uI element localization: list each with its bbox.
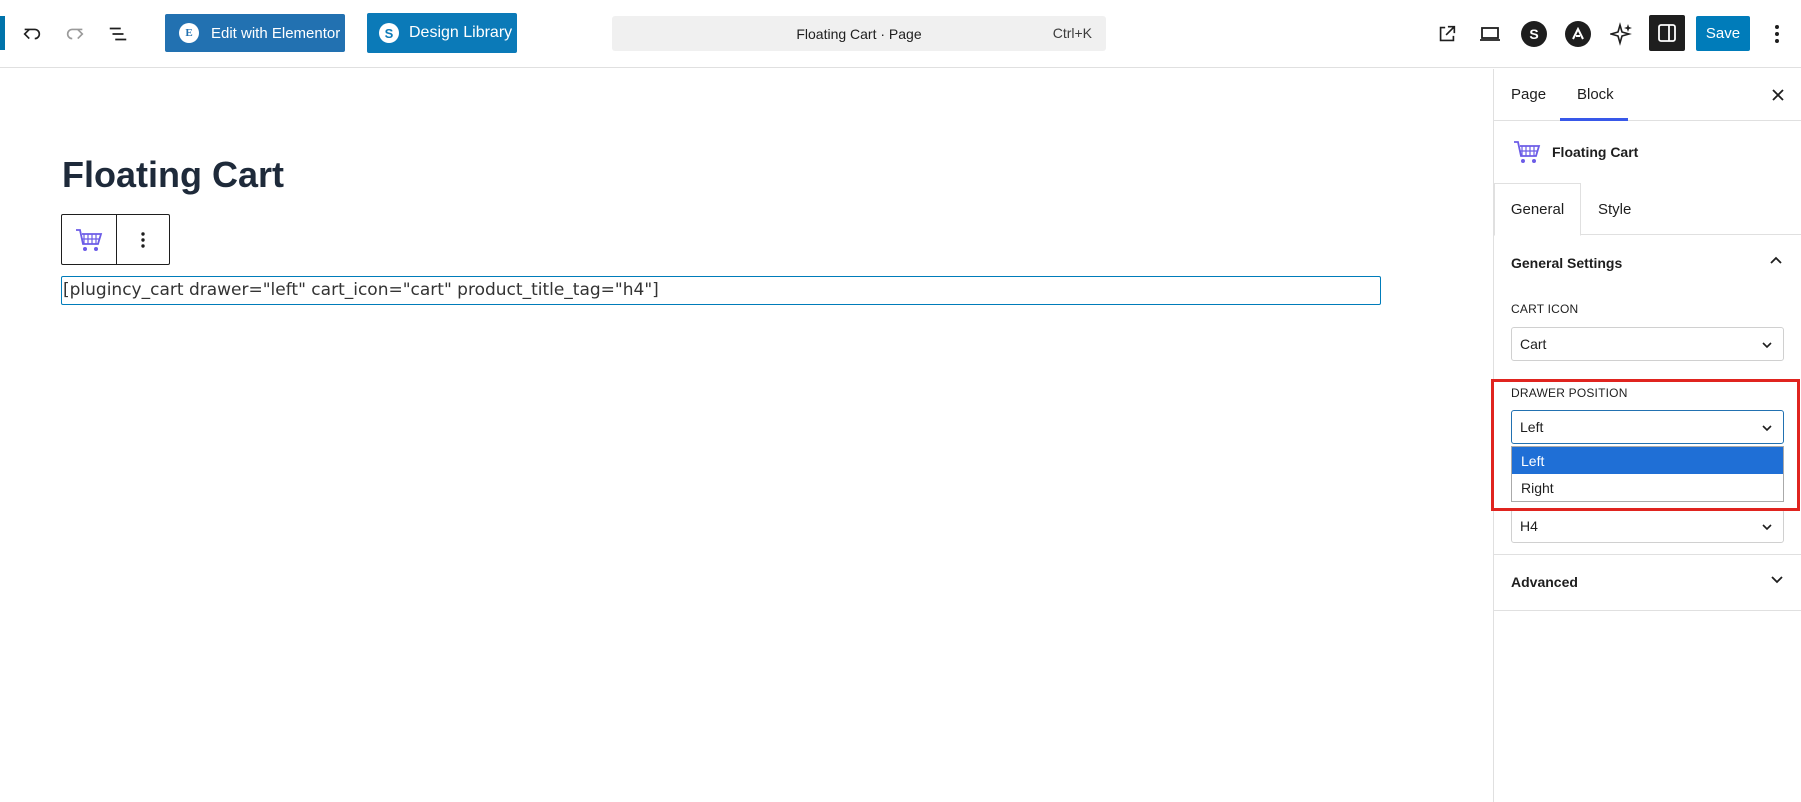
block-options-button[interactable] <box>115 215 170 264</box>
spectra-icon: S <box>379 23 399 43</box>
site-logo-edge[interactable] <box>0 16 5 50</box>
more-options-icon[interactable] <box>1757 14 1797 54</box>
external-link-icon[interactable] <box>1427 14 1467 54</box>
tab-general[interactable]: General <box>1494 183 1581 236</box>
chevron-down-icon <box>1761 338 1773 354</box>
redo-icon[interactable] <box>55 14 95 54</box>
document-title: Floating Cart · Page <box>796 25 922 42</box>
chevron-up-icon <box>1769 253 1783 270</box>
tab-block[interactable]: Block <box>1577 86 1614 103</box>
edit-with-elementor-button[interactable]: E Edit with Elementor <box>165 14 345 52</box>
tab-page[interactable]: Page <box>1511 86 1546 103</box>
block-type-button[interactable] <box>62 215 116 264</box>
elementor-icon: E <box>179 23 199 43</box>
spectra-icon[interactable]: S <box>1514 14 1554 54</box>
shortcut-hint: Ctrl+K <box>1052 25 1092 41</box>
page-title[interactable]: Floating Cart <box>62 154 284 196</box>
ai-sparkle-icon[interactable] <box>1602 14 1642 54</box>
save-button[interactable]: Save <box>1696 16 1750 51</box>
general-settings-title: General Settings <box>1511 255 1623 271</box>
advanced-panel-toggle[interactable]: Advanced <box>1494 555 1801 609</box>
block-inner-tabs: General Style <box>1494 183 1801 236</box>
tab-style[interactable]: Style <box>1598 201 1631 218</box>
block-card: Floating Cart <box>1494 121 1801 183</box>
close-icon[interactable] <box>1766 83 1790 107</box>
block-card-title: Floating Cart <box>1552 144 1639 160</box>
panel-divider <box>1494 610 1801 611</box>
cart-icon-label: CART ICON <box>1511 302 1579 316</box>
cart-icon-select-value: Cart <box>1520 336 1547 352</box>
title-tag-select[interactable]: H4 <box>1511 509 1784 543</box>
design-library-label: Design Library <box>409 24 513 41</box>
astra-icon[interactable] <box>1558 14 1598 54</box>
document-overview-icon[interactable] <box>98 14 138 54</box>
advanced-title: Advanced <box>1511 574 1578 590</box>
general-settings-panel-toggle[interactable]: General Settings <box>1494 236 1801 290</box>
device-preview-icon[interactable] <box>1470 14 1510 54</box>
editor-header: E Edit with Elementor S Design Library F… <box>0 0 1801 68</box>
title-tag-select-value: H4 <box>1520 518 1538 534</box>
cart-icon-select[interactable]: Cart <box>1511 327 1784 361</box>
cart-icon <box>1514 141 1541 163</box>
settings-toggle-icon[interactable] <box>1649 15 1685 51</box>
more-vertical-icon <box>141 231 145 248</box>
design-library-button[interactable]: S Design Library <box>367 13 517 53</box>
block-toolbar <box>61 214 170 265</box>
command-palette-bar[interactable]: Floating Cart · Page Ctrl+K <box>612 16 1106 51</box>
edit-with-elementor-label: Edit with Elementor <box>211 24 341 42</box>
cart-icon <box>75 228 102 251</box>
highlight-annotation <box>1491 379 1800 511</box>
chevron-down-icon <box>1761 520 1773 536</box>
undo-icon[interactable] <box>12 14 52 54</box>
chevron-down-icon <box>1770 572 1784 589</box>
sidebar-tabs: Page Block <box>1494 69 1801 121</box>
editor-canvas[interactable]: Floating Cart [plugincy_cart drawer="lef… <box>0 69 1493 802</box>
shortcode-block[interactable]: [plugincy_cart drawer="left" cart_icon="… <box>61 276 1381 305</box>
